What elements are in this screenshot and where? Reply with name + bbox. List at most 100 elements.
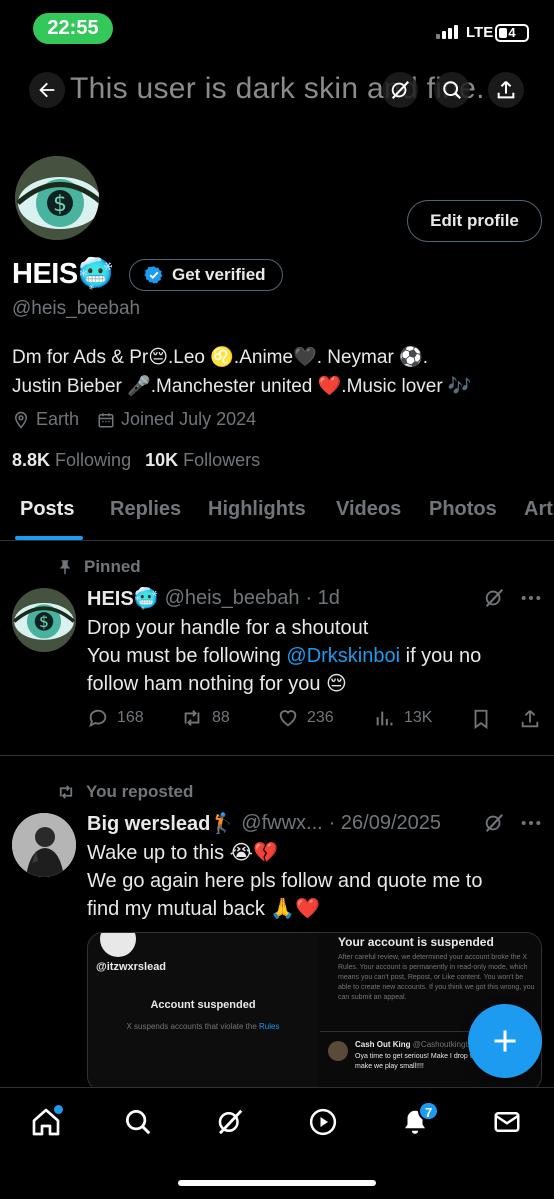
post-line-3: follow ham nothing for you 😔	[87, 673, 347, 695]
search-icon	[126, 1110, 151, 1135]
heart-icon	[279, 710, 297, 727]
tab-videos[interactable]: Videos	[336, 498, 401, 521]
tab-notifications[interactable]: 7	[398, 1101, 440, 1139]
media-screenshot-left: @itzwxrslead Account suspended X suspend…	[88, 933, 318, 1091]
location-pin-icon	[14, 411, 28, 429]
grok-button[interactable]	[382, 72, 418, 108]
search-button[interactable]	[434, 72, 470, 108]
share-button[interactable]	[488, 72, 524, 108]
followers-label: Followers	[183, 450, 261, 470]
like-count: 236	[307, 709, 334, 726]
post-avatar[interactable]	[12, 813, 76, 877]
compose-button[interactable]	[468, 1004, 542, 1078]
following-link[interactable]: 8.8K Following	[12, 450, 131, 471]
tab-video[interactable]	[306, 1105, 340, 1139]
back-arrow-icon	[39, 82, 55, 98]
followers-count: 10K	[145, 450, 179, 470]
repost-context: You reposted	[56, 782, 193, 802]
edit-profile-button[interactable]: Edit profile	[407, 200, 542, 242]
post-divider	[0, 755, 554, 756]
grok-icon[interactable]	[483, 587, 505, 609]
tab-messages[interactable]	[490, 1105, 524, 1139]
post-author-name[interactable]: HEIS🥶	[87, 586, 159, 611]
grok-icon[interactable]	[483, 812, 505, 834]
mention-link[interactable]: @Drkskinboi	[286, 645, 400, 667]
joined-item: Joined July 2024	[97, 409, 256, 430]
page-title: This user is dark skin and fine.	[70, 72, 485, 105]
reply-count: 168	[117, 709, 144, 726]
mail-icon	[494, 1112, 520, 1132]
more-options-icon[interactable]	[520, 589, 542, 607]
following-label: Following	[55, 450, 132, 470]
location-text: Earth	[36, 409, 80, 429]
bio-line-2: Justin Bieber 🎤.Manchester united ❤️.Mus…	[12, 376, 472, 397]
post-header: Big werslead🏌️ @fwwx... · 26/09/2025	[87, 811, 441, 836]
repost-count: 88	[212, 709, 230, 726]
views-chart-icon	[376, 711, 393, 726]
post-time: · 1d	[305, 587, 340, 609]
network-label: LTE	[466, 24, 494, 41]
profile-handle: @heis_beebah	[12, 298, 141, 319]
more-options-icon[interactable]	[520, 814, 542, 832]
person-avatar-image	[12, 813, 76, 877]
bookmark-icon[interactable]	[470, 707, 492, 731]
post-author-handle[interactable]: @fwwx...	[241, 812, 322, 835]
tab-photos[interactable]: Photos	[429, 498, 497, 521]
post-author-name[interactable]: Big werslead🏌️	[87, 811, 235, 836]
post-line-2-pre: You must be following	[87, 645, 287, 667]
following-count: 8.8K	[12, 450, 51, 470]
home-indicator	[178, 1180, 376, 1186]
post-body: Wake up to this 😭💔 We go again here pls …	[87, 839, 527, 923]
followers-link[interactable]: 10K Followers	[145, 450, 260, 471]
media-right-body: After careful review, we determined your…	[338, 954, 535, 1001]
views-button[interactable]: 13K	[374, 707, 432, 729]
pinned-label: Pinned	[84, 557, 141, 576]
top-navigation: This user is dark skin and fine.	[0, 66, 554, 118]
post-line-2: You must be following @Drkskinboi if you…	[87, 642, 527, 670]
post-author-handle[interactable]: @heis_beebah	[165, 587, 300, 610]
grok-icon	[218, 1109, 243, 1135]
svg-text:$: $	[53, 192, 67, 217]
reply-button[interactable]: 168	[87, 707, 144, 729]
verified-badge-icon	[144, 266, 163, 284]
tab-home[interactable]	[29, 1105, 63, 1139]
like-button[interactable]: 236	[277, 707, 334, 729]
battery-level: 4	[508, 25, 516, 40]
post-time: · 26/09/2025	[328, 812, 442, 834]
profile-avatar[interactable]: $	[12, 153, 102, 243]
back-button[interactable]	[29, 72, 65, 108]
media-left-handle: @itzwxrslead	[96, 961, 167, 973]
view-count: 13K	[404, 709, 433, 726]
tab-grok[interactable]	[213, 1105, 247, 1139]
profile-meta: Earth Joined July 2024	[12, 409, 256, 430]
grok-icon	[391, 81, 409, 99]
tab-articles[interactable]: Articles	[524, 498, 554, 521]
post-line-3: find my mutual back 🙏❤️	[87, 898, 321, 920]
repost-icon	[184, 710, 200, 726]
media-right-title: Your account is suspended	[338, 935, 494, 949]
notifications-badge: 7	[418, 1101, 440, 1121]
post-line-2-post: if you no	[400, 645, 482, 667]
tab-replies[interactable]: Replies	[110, 498, 181, 521]
tab-posts[interactable]: Posts	[20, 498, 74, 521]
post-media[interactable]: @itzwxrslead Account suspended X suspend…	[87, 932, 542, 1092]
tab-search[interactable]	[121, 1105, 155, 1139]
plus-icon	[494, 1030, 516, 1052]
profile-name: HEIS🥶	[12, 258, 114, 290]
bio-line-1: Dm for Ads & Pr😔.Leo ♌️.Anime🖤. Neymar ⚽…	[12, 347, 428, 368]
media-left-sub-text: X suspends accounts that violate the	[126, 1022, 260, 1031]
pin-icon	[59, 560, 71, 575]
post-line-2: We go again here pls follow and quote me…	[87, 870, 483, 892]
post-header: HEIS🥶 @heis_beebah · 1d	[87, 586, 340, 611]
home-badge-dot	[54, 1105, 63, 1114]
share-icon[interactable]	[519, 707, 541, 731]
play-circle-icon	[309, 1108, 337, 1136]
repost-button[interactable]: 88	[180, 707, 230, 729]
location-item: Earth	[12, 409, 79, 430]
get-verified-button[interactable]: Get verified	[129, 259, 283, 291]
media-post-name: Cash Out King	[355, 1040, 411, 1049]
post-avatar[interactable]: $	[12, 588, 76, 652]
profile-tabs: Posts Replies Highlights Videos Photos A…	[0, 486, 554, 541]
tab-highlights[interactable]: Highlights	[208, 498, 306, 521]
eye-avatar-image: $	[15, 156, 99, 240]
